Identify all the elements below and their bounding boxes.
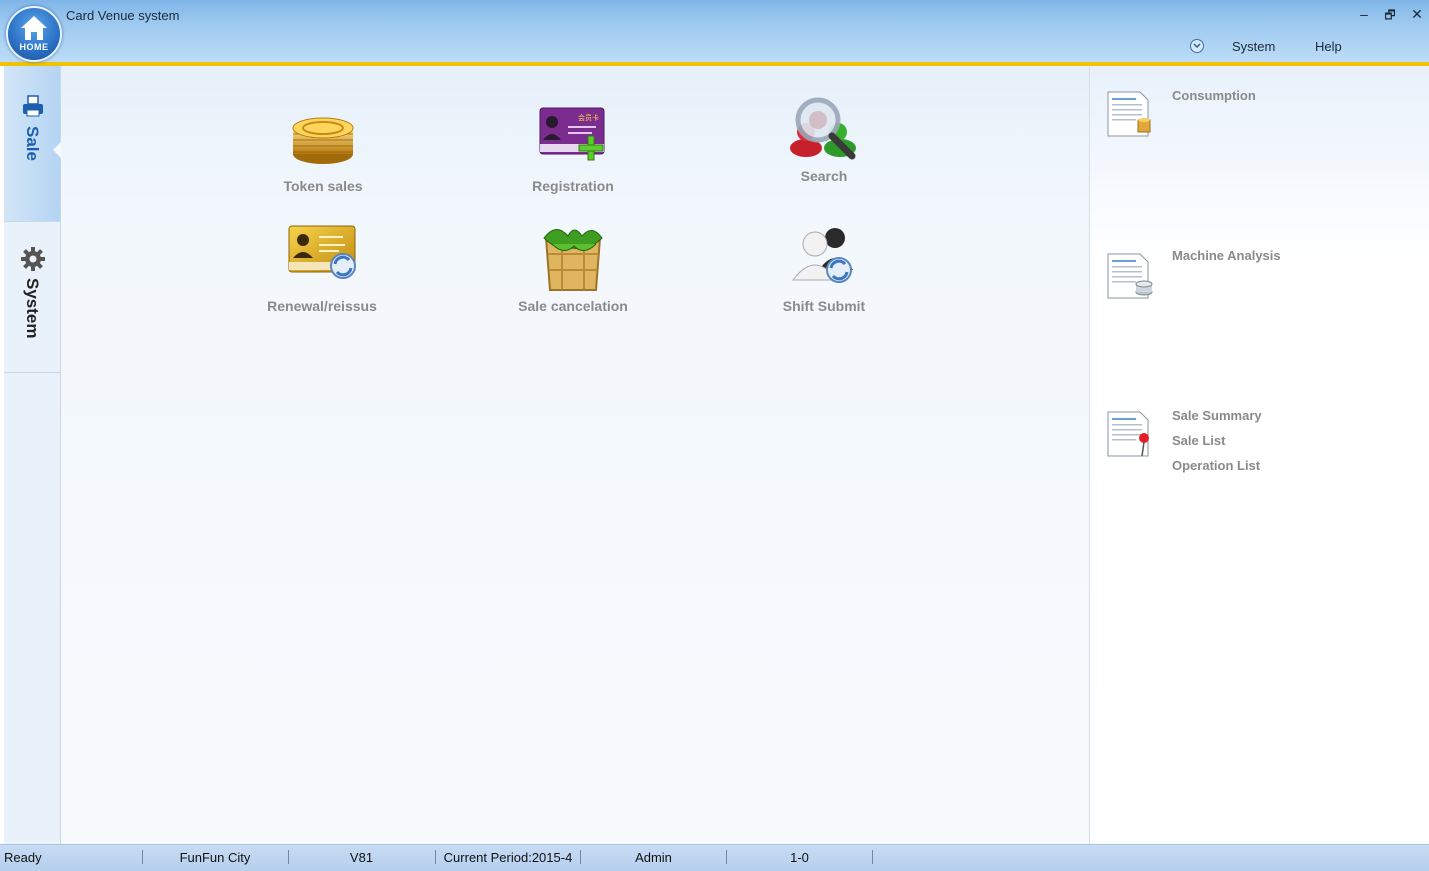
status-version: V81	[349, 850, 374, 865]
report-pin-icon	[1107, 411, 1149, 457]
crate-icon	[543, 229, 603, 291]
minimize-button[interactable]: –	[1355, 6, 1373, 22]
tile-search[interactable]: Search	[734, 92, 914, 184]
report-coins-icon	[1107, 91, 1151, 137]
report-sale-list-link[interactable]: Sale List	[1172, 433, 1225, 448]
sidebar: Sale System	[4, 66, 61, 844]
report-consumption-link[interactable]: Consumption	[1172, 88, 1256, 103]
menu-system[interactable]: System	[1232, 39, 1275, 54]
report-operation-list-link[interactable]: Operation List	[1172, 458, 1260, 473]
tile-sale-cancelation[interactable]: Sale cancelation	[483, 224, 663, 314]
report-disk-icon	[1107, 253, 1153, 299]
tile-registration-label: Registration	[532, 178, 614, 194]
restore-button[interactable]: 🗗	[1381, 6, 1399, 27]
sidebar-tab-sale-label: Sale	[23, 126, 42, 161]
window-title: Card Venue system	[66, 8, 180, 23]
tile-shift-submit[interactable]: Shift Submit	[734, 224, 914, 314]
magnifier-user-icon	[790, 97, 856, 160]
status-user: Admin	[635, 850, 672, 865]
status-state: Ready	[4, 850, 42, 865]
tile-renewal-reissus-label: Renewal/reissus	[267, 298, 377, 314]
close-button[interactable]: ✕	[1408, 6, 1426, 23]
sidebar-tab-sale[interactable]: Sale	[4, 66, 61, 222]
sidebar-tab-system-label: System	[23, 278, 42, 339]
title-bar: HOME Card Venue system – 🗗 ✕ System Help	[0, 0, 1429, 66]
menu-help[interactable]: Help	[1315, 39, 1342, 54]
report-machine-analysis-link[interactable]: Machine Analysis	[1172, 248, 1281, 263]
status-bar: Ready FunFun City V81 Current Period:201…	[0, 844, 1429, 871]
menu-chevron-down-icon[interactable]	[1190, 39, 1204, 53]
card-text: 会员卡	[578, 113, 599, 122]
home-label: HOME	[19, 42, 49, 52]
status-separator	[435, 850, 436, 864]
users-sync-icon	[792, 228, 853, 283]
coins-icon	[292, 117, 354, 164]
house-icon	[21, 16, 47, 40]
tile-sale-cancelation-label: Sale cancelation	[518, 298, 628, 314]
member-card-add-icon: 会员卡	[539, 107, 605, 161]
tile-token-sales-label: Token sales	[283, 178, 363, 194]
report-sale-summary-link[interactable]: Sale Summary	[1172, 408, 1262, 423]
sidebar-tab-system[interactable]: System	[4, 222, 60, 373]
tile-shift-submit-label: Shift Submit	[782, 298, 866, 314]
status-code: 1-0	[790, 850, 809, 865]
tile-renewal-reissus[interactable]: Renewal/reissus	[232, 224, 412, 314]
tile-token-sales[interactable]: Token sales	[233, 104, 413, 194]
gold-card-renew-icon	[288, 225, 356, 279]
printer-icon	[23, 95, 43, 117]
main-panel: Token sales 会员卡 Registration Search Rene…	[61, 66, 1089, 844]
status-separator	[872, 850, 873, 864]
reports-panel: Consumption Machine Analysis Sale Summar…	[1089, 66, 1429, 844]
active-tab-pointer	[53, 142, 61, 158]
status-period: Current Period:2015-4	[443, 850, 573, 865]
gear-icon	[21, 247, 45, 271]
status-venue: FunFun City	[179, 850, 251, 865]
tile-registration[interactable]: 会员卡 Registration	[483, 104, 663, 194]
home-button[interactable]: HOME	[6, 6, 62, 62]
